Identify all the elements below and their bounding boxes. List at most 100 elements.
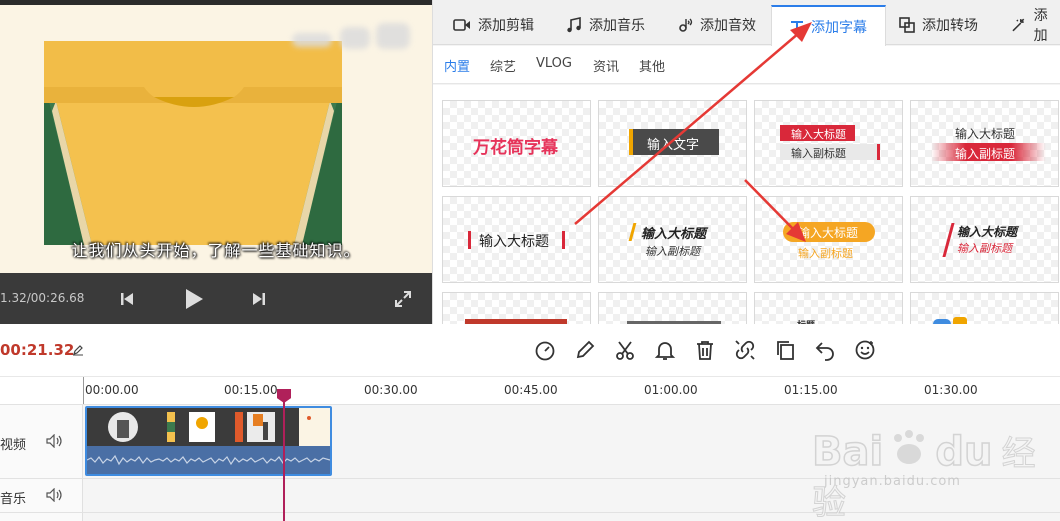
- video-mute-button[interactable]: [46, 433, 62, 452]
- current-time: 00:21.32: [0, 341, 75, 359]
- empty-track: [0, 512, 1060, 521]
- template-subtitle: 输入副标题: [955, 147, 1016, 161]
- timeline-ruler[interactable]: 00:00.00 00:15.00 00:30.00 00:45.00 01:0…: [0, 376, 1060, 405]
- tick-label: 01:15.00: [784, 383, 838, 397]
- category-tabs: 内置 综艺 VLOG 资讯 其他: [433, 46, 1060, 84]
- playhead[interactable]: [283, 390, 285, 521]
- play-icon: [186, 289, 203, 309]
- expand-icon: [395, 291, 411, 307]
- delete-button[interactable]: [693, 338, 717, 362]
- subtitle-template-slash[interactable]: 输入大标题 输入副标题: [910, 196, 1059, 283]
- tab-add-subtitle[interactable]: 添加字幕: [771, 5, 886, 46]
- tab-add-transition[interactable]: 添加转场: [899, 5, 978, 45]
- speed-icon: [535, 341, 555, 361]
- template-title: 万花筒字幕: [473, 138, 558, 158]
- tick-label: 00:30.00: [364, 383, 418, 397]
- template-title: 输入大标题: [798, 226, 859, 240]
- subtitle-template-kaleidoscope[interactable]: 万花筒字幕: [442, 100, 591, 187]
- detach-audio-button[interactable]: [733, 338, 757, 362]
- empty-track-header: [0, 513, 83, 521]
- edit-time-button[interactable]: [72, 341, 84, 360]
- tab-label: 添加转场: [922, 18, 978, 34]
- category-variety[interactable]: 综艺: [490, 56, 516, 75]
- tab-bar: 添加剪辑 添加音乐 添加音效 添加字幕 添加转场 添加: [433, 0, 1060, 46]
- detach-icon: [735, 340, 755, 360]
- video-clip[interactable]: [85, 406, 332, 476]
- resource-panel: 添加剪辑 添加音乐 添加音效 添加字幕 添加转场 添加 内置 综艺 VLOG 资…: [432, 0, 1060, 379]
- subtitle-template-gradient[interactable]: 输入大标题 输入副标题: [910, 100, 1059, 187]
- category-vlog[interactable]: VLOG: [536, 56, 572, 71]
- play-button[interactable]: [182, 287, 206, 311]
- template-title: 输入文字: [647, 138, 700, 153]
- watermark-url: jingyan.baidu.com: [824, 474, 961, 489]
- template-subtitle: 输入副标题: [798, 247, 853, 260]
- video-track-label: 视频: [0, 438, 27, 453]
- subtitle-template-red-banner[interactable]: 输入大标题 输入副标题: [754, 100, 903, 187]
- speaker-icon: [46, 433, 62, 449]
- split-button[interactable]: [613, 338, 637, 362]
- speaker-icon: [46, 487, 62, 503]
- skip-back-icon: [121, 293, 133, 305]
- watermark-brand2: du: [935, 428, 994, 476]
- tab-add-sound-effect[interactable]: 添加音效: [677, 5, 756, 45]
- template-title: 输入大标题: [955, 127, 1016, 141]
- bell-icon: [654, 342, 676, 360]
- template-title: 输入大标题: [957, 225, 1018, 239]
- tick-label: 00:45.00: [504, 383, 558, 397]
- preview-scene: [44, 41, 342, 245]
- edit-button[interactable]: [573, 338, 597, 362]
- subtitle-template-bars[interactable]: 输入大标题: [442, 196, 591, 283]
- subtitle-template-pill[interactable]: 输入大标题 输入副标题: [754, 196, 903, 283]
- app-window: 让我们从头开始，了解一些基础知识。 1.32/00:26.68 添加剪辑 添加音…: [0, 0, 1060, 521]
- music-mute-button[interactable]: [46, 487, 62, 506]
- preview-panel: 让我们从头开始，了解一些基础知识。 1.32/00:26.68: [0, 0, 432, 324]
- tick-label: 01:00.00: [644, 383, 698, 397]
- tab-label: 添加: [1033, 8, 1048, 44]
- speed-button[interactable]: [533, 338, 557, 362]
- clip-thumbnails: [87, 408, 330, 474]
- music-track-label: 音乐: [0, 492, 27, 507]
- mark-button[interactable]: [653, 338, 677, 362]
- tick-label: 01:30.00: [924, 383, 978, 397]
- sticker-button[interactable]: [853, 338, 877, 362]
- playback-controls: 1.32/00:26.68: [0, 273, 432, 324]
- paw-icon: [890, 430, 928, 466]
- subtitle-template-grid: 万花筒字幕 输入文字 输入大标题 输入副标题 输入大标题 输入副标题 输入大标题: [433, 85, 1060, 379]
- category-other[interactable]: 其他: [639, 56, 665, 75]
- template-title: 输入大标题: [641, 227, 707, 242]
- effect-icon: [1012, 18, 1025, 32]
- emoji-icon: [855, 340, 875, 360]
- undo-icon: [815, 342, 834, 361]
- subtitle-template-italic[interactable]: 输入大标题 输入副标题: [598, 196, 747, 283]
- copy-icon: [777, 341, 794, 360]
- tab-label: 添加剪辑: [478, 18, 534, 34]
- tick-label: 00:00.00: [85, 383, 139, 397]
- next-frame-button[interactable]: [247, 287, 271, 311]
- tick-label: 00:15.00: [224, 383, 278, 397]
- category-news[interactable]: 资讯: [593, 56, 619, 75]
- template-subtitle: 输入副标题: [957, 242, 1012, 255]
- previous-frame-button[interactable]: [115, 287, 139, 311]
- category-builtin[interactable]: 内置: [444, 56, 470, 75]
- tab-label: 添加音效: [700, 18, 756, 34]
- music-track-header: 音乐: [0, 479, 83, 512]
- tab-add-effect[interactable]: 添加: [1011, 5, 1060, 45]
- undo-button[interactable]: [813, 338, 837, 362]
- blurred-watermark: [292, 19, 414, 59]
- subtitle-template-text[interactable]: 输入文字: [598, 100, 747, 187]
- tab-label: 添加音乐: [589, 18, 645, 34]
- template-title: 输入大标题: [479, 234, 549, 250]
- tab-add-clip[interactable]: 添加剪辑: [453, 5, 534, 45]
- fullscreen-button[interactable]: [391, 287, 415, 311]
- sound-effect-icon: [679, 18, 693, 32]
- watermark-brand: Bai: [811, 428, 884, 476]
- baidu-jingyan-watermark: Bai du 经验 jingyan.baidu.com: [811, 426, 1060, 521]
- video-icon: [453, 19, 470, 31]
- copy-button[interactable]: [773, 338, 797, 362]
- template-subtitle: 输入副标题: [645, 245, 700, 258]
- timeline-toolbar: 00:21.32: [0, 324, 1060, 376]
- tab-label: 添加字幕: [811, 19, 867, 36]
- video-subtitle: 让我们从头开始，了解一些基础知识。: [71, 241, 361, 260]
- preview-screen: 让我们从头开始，了解一些基础知识。: [0, 5, 432, 273]
- tab-add-music[interactable]: 添加音乐: [566, 5, 645, 45]
